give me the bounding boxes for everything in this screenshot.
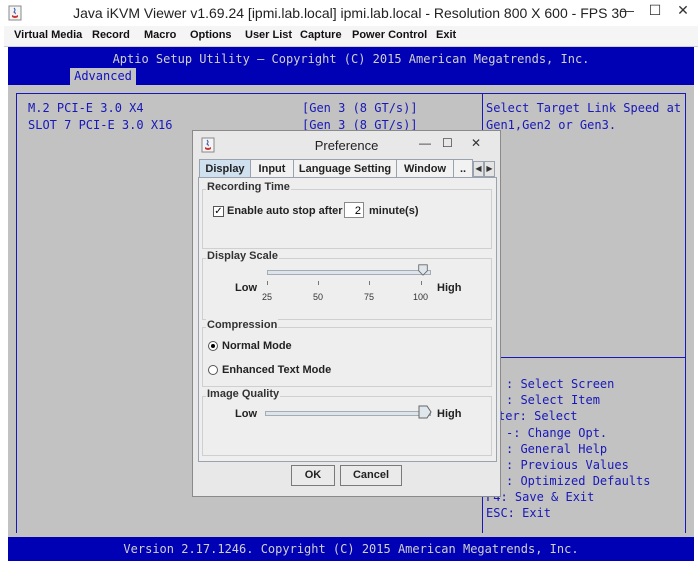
image-quality-track[interactable]	[265, 411, 431, 416]
tab-scroll-left-icon[interactable]: ◀	[473, 161, 484, 177]
tab-more[interactable]: ..	[453, 159, 473, 178]
scale-tick	[318, 281, 319, 285]
group-recording-time	[202, 189, 492, 249]
tab-window[interactable]: Window	[396, 159, 454, 178]
display-scale-track[interactable]	[267, 270, 431, 275]
bios-key-hint: : Select Item	[506, 393, 600, 407]
normal-mode-label: Normal Mode	[222, 340, 292, 352]
window-titlebar: Java iKVM Viewer v1.69.24 [ipmi.lab.loca…	[0, 0, 700, 26]
window-title: Java iKVM Viewer v1.69.24 [ipmi.lab.loca…	[73, 5, 627, 21]
bios-key-hint: ter: Select	[498, 409, 578, 423]
display-scale-title: Display Scale	[206, 250, 279, 262]
menu-capture[interactable]: Capture	[300, 29, 342, 41]
group-compression	[202, 327, 492, 387]
quality-high-label: High	[437, 408, 462, 420]
display-tab-panel: Recording Time ✓ Enable auto stop after …	[198, 177, 497, 462]
minimize-button[interactable]: —	[612, 2, 642, 18]
bios-footer: Version 2.17.1246. Copyright (C) 2015 Am…	[123, 542, 579, 556]
bios-key-hint: : General Help	[506, 442, 608, 456]
menu-exit[interactable]: Exit	[436, 29, 456, 41]
bios-header: Aptio Setup Utility – Copyright (C) 2015…	[112, 52, 590, 66]
bios-row-value: [Gen 3 (8 GT/s)]	[302, 101, 418, 115]
quality-low-label: Low	[235, 408, 257, 420]
ok-button[interactable]: OK	[291, 465, 335, 486]
scale-low-label: Low	[235, 282, 257, 294]
menu-power-control[interactable]: Power Control	[352, 29, 427, 41]
bios-key-hint: -: Change Opt.	[506, 426, 608, 440]
tab-display[interactable]: Display	[199, 159, 251, 178]
bios-key-hint: F4: Save & Exit	[486, 490, 595, 504]
bios-help-text: Select Target Link Speed at	[486, 101, 682, 115]
scale-tick	[267, 281, 268, 285]
auto-stop-label: Enable auto stop after	[227, 205, 343, 217]
group-image-quality	[202, 396, 492, 456]
bios-help-text: Gen1,Gen2 or Gen3.	[486, 118, 617, 132]
bios-row-label: M.2 PCI-E 3.0 X4	[28, 101, 144, 115]
menu-record[interactable]: Record	[92, 29, 130, 41]
compression-title: Compression	[206, 319, 279, 331]
scale-tick	[421, 281, 422, 285]
dialog-close-button[interactable]: ✕	[471, 136, 481, 150]
minutes-unit-label: minute(s)	[369, 205, 419, 217]
bios-key-hint: : Select Screen	[506, 377, 615, 391]
bios-row-label: SLOT 7 PCI-E 3.0 X16	[28, 118, 173, 132]
preference-dialog: Preference — ☐ ✕ Display Input Language …	[192, 130, 501, 497]
menu-virtual-media[interactable]: Virtual Media	[14, 29, 82, 41]
bios-frame-right	[685, 93, 686, 533]
scale-tick-label: 25	[262, 292, 273, 302]
auto-stop-minutes-input[interactable]: 2	[344, 202, 364, 218]
tab-scroll-right-icon[interactable]: ▶	[484, 161, 495, 177]
menu-macro[interactable]: Macro	[144, 29, 176, 41]
scale-tick-label: 50	[313, 292, 324, 302]
display-scale-thumb[interactable]	[417, 264, 429, 276]
enhanced-text-mode-label: Enhanced Text Mode	[222, 364, 332, 376]
bios-frame-top	[16, 93, 686, 94]
scale-tick-label: 100	[413, 292, 429, 302]
menu-options[interactable]: Options	[190, 29, 232, 41]
image-quality-title: Image Quality	[206, 388, 281, 400]
tab-input[interactable]: Input	[250, 159, 294, 178]
scale-tick	[369, 281, 370, 285]
dialog-maximize-button[interactable]: ☐	[442, 136, 453, 150]
bios-key-hint: ESC: Exit	[486, 506, 552, 520]
tab-language-setting[interactable]: Language Setting	[293, 159, 397, 178]
maximize-button[interactable]: ☐	[640, 2, 670, 19]
image-quality-thumb[interactable]	[418, 405, 432, 419]
close-button[interactable]: ✕	[668, 2, 698, 19]
bios-key-hint: : Previous Values	[506, 458, 629, 472]
bios-key-hint: : Optimized Defaults	[506, 474, 651, 488]
scale-tick-label: 75	[364, 292, 375, 302]
normal-mode-radio[interactable]	[208, 341, 218, 351]
menubar: Virtual Media Record Macro Options User …	[4, 26, 698, 47]
dialog-title: Preference	[314, 138, 379, 153]
bios-frame-left	[16, 93, 17, 533]
bios-help-divider	[483, 357, 685, 358]
recording-time-title: Recording Time	[206, 181, 291, 193]
bios-footer-bar: Version 2.17.1246. Copyright (C) 2015 Am…	[8, 537, 694, 561]
auto-stop-checkbox[interactable]: ✓	[213, 206, 224, 217]
menu-user-list[interactable]: User List	[245, 29, 292, 41]
enhanced-text-mode-radio[interactable]	[208, 365, 218, 375]
dialog-minimize-button[interactable]: —	[419, 136, 431, 150]
bios-tab-advanced: Advanced	[70, 68, 136, 85]
scale-high-label: High	[437, 282, 462, 294]
cancel-button[interactable]: Cancel	[340, 465, 402, 486]
